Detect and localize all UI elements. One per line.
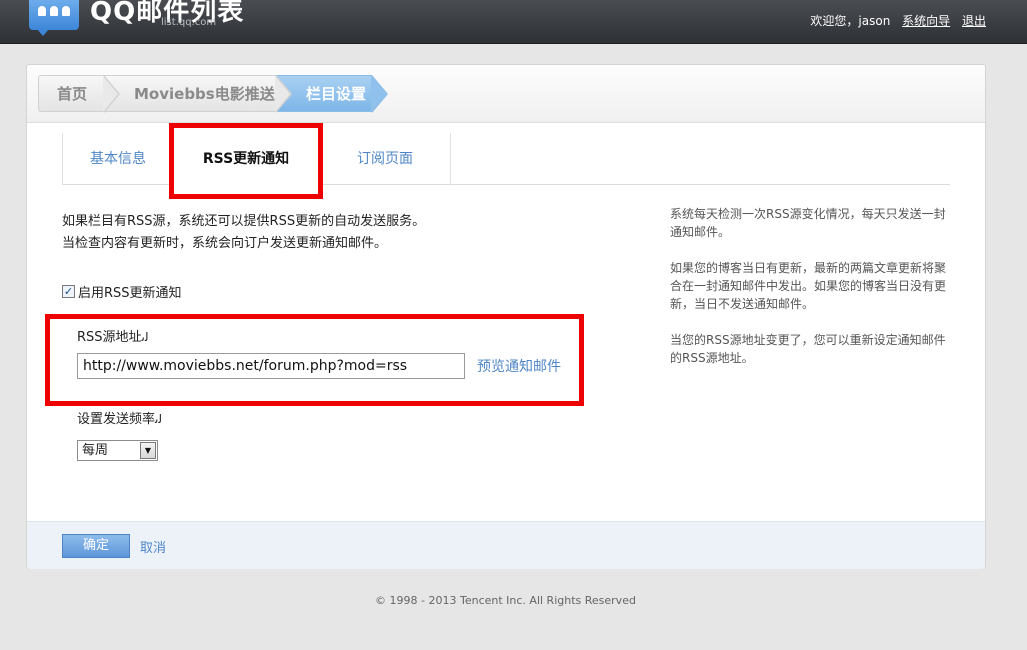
confirm-button[interactable]: 确定: [62, 534, 130, 558]
frequency-select[interactable]: 每周 ▼: [77, 440, 158, 461]
settings-tabs: 基本信息 RSS更新通知 订阅页面: [62, 133, 950, 186]
enable-rss-row: ✓ 启用RSS更新通知: [62, 282, 182, 301]
tip-2: 如果您的博客当日有更新，最新的两篇文章更新将聚合在一封通知邮件中发出。如果您的博…: [670, 261, 947, 311]
tab-rss-notify[interactable]: RSS更新通知: [173, 133, 319, 186]
user-links: 欢迎您，jason 系统向导 退出: [810, 12, 986, 29]
help-tips: 系统每天检测一次RSS源变化情况，每天只发送一封通知邮件。 如果您的博客当日有更…: [670, 205, 950, 385]
breadcrumb-column[interactable]: Moviebbs电影推送: [104, 75, 292, 113]
copyright: © 1998 - 2013 Tencent Inc. All Rights Re…: [375, 594, 636, 607]
breadcrumb: 首页 Moviebbs电影推送 栏目设置: [27, 65, 985, 123]
settings-card: 首页 Moviebbs电影推送 栏目设置 基本信息 RSS更新通知 订阅页面 如…: [26, 64, 986, 569]
rss-url-label: RSS源地址ﻟﯨ: [77, 330, 149, 345]
enable-rss-label: 启用RSS更新通知: [78, 286, 182, 301]
preview-email-link[interactable]: 预览通知邮件: [477, 356, 561, 376]
tab-subscribe-page[interactable]: 订阅页面: [319, 133, 451, 185]
cancel-link[interactable]: 取消: [140, 537, 166, 556]
logo-subtitle: list.qq.com: [161, 17, 217, 28]
intro-line-1: 如果栏目有RSS源，系统还可以提供RSS更新的自动发送服务。: [62, 214, 426, 229]
welcome-text: 欢迎您，jason: [810, 14, 891, 28]
frequency-value: 每周: [82, 443, 109, 458]
rss-url-input[interactable]: [77, 353, 465, 379]
system-guide-link[interactable]: 系统向导: [902, 14, 950, 28]
enable-rss-checkbox[interactable]: ✓: [62, 285, 75, 298]
frequency-label: 设置发送频率ﻟﯨ: [77, 412, 163, 427]
mail-group-icon: [29, 0, 79, 36]
chevron-down-icon[interactable]: ▼: [140, 442, 156, 459]
top-bar: QQ邮件列表 list.qq.com 欢迎您，jason 系统向导 退出: [0, 0, 1027, 44]
tip-3: 当您的RSS源地址变更了，您可以重新设定通知邮件的RSS源地址。: [670, 333, 946, 365]
logout-link[interactable]: 退出: [962, 14, 986, 28]
intro-text: 如果栏目有RSS源，系统还可以提供RSS更新的自动发送服务。 当检查内容有更新时…: [62, 211, 425, 255]
tip-1: 系统每天检测一次RSS源变化情况，每天只发送一封通知邮件。: [670, 207, 946, 239]
hand-cursor-icon: ﻟﯨ: [155, 412, 163, 426]
hand-cursor-icon: ﻟﯨ: [141, 330, 149, 344]
intro-line-2: 当检查内容有更新时，系统会向订户发送更新通知邮件。: [62, 236, 388, 251]
tab-basic-info[interactable]: 基本信息: [62, 133, 173, 185]
action-bar: 确定 取消: [27, 521, 985, 569]
breadcrumb-home[interactable]: 首页: [38, 75, 120, 113]
